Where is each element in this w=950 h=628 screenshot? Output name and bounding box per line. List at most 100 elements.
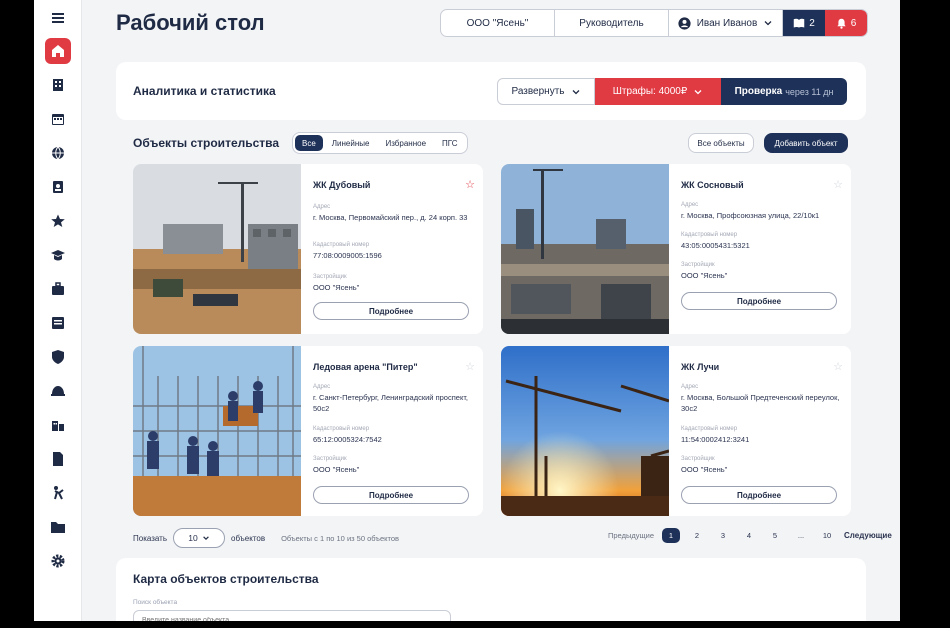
fines-label: Штрафы: 4000₽ (612, 86, 688, 97)
organization-selector[interactable]: ООО "Ясень" (441, 10, 555, 36)
object-address: г. Москва, Первомайский пер., д. 24 корп… (313, 213, 468, 222)
add-object-button[interactable]: Добавить объект (764, 133, 848, 153)
gear-icon[interactable] (45, 548, 71, 574)
id-card-icon[interactable] (45, 174, 71, 200)
map-panel: Карта объектов строительства Поиск объек… (116, 558, 866, 621)
inspection-label: Проверка (734, 86, 783, 97)
cadastral-label: Кадастровый номер (313, 242, 370, 248)
object-info: ЖК Сосновый ☆ Адрес г. Москва, Профсоюзн… (681, 164, 843, 334)
object-name: ЖК Дубовый (313, 180, 371, 190)
book-icon (793, 18, 805, 28)
developer-label: Застройщик (313, 274, 347, 280)
analytics-title: Аналитика и статистика (133, 84, 276, 98)
briefcase-icon[interactable] (45, 276, 71, 302)
page-title: Рабочий стол (116, 10, 265, 35)
inspection-sub: через 11 дн (785, 86, 834, 97)
filter-all[interactable]: Все (295, 135, 323, 151)
building-icon[interactable] (45, 72, 71, 98)
home-icon[interactable] (45, 38, 71, 64)
notifications-button[interactable]: 6 (825, 10, 867, 36)
page-button[interactable]: 4 (740, 528, 758, 543)
page-ellipsis: ... (797, 531, 805, 540)
object-developer: ООО "Ясень" (681, 271, 728, 280)
object-card: ЖК Лучи ☆ Адрес г. Москва, Большой Предт… (501, 346, 851, 516)
bell-icon (837, 18, 846, 29)
details-button[interactable]: Подробнее (681, 292, 837, 310)
menu-icon[interactable] (45, 5, 71, 31)
address-label: Адрес (313, 384, 331, 390)
search-label: Поиск объекта (133, 599, 178, 606)
role-selector[interactable]: Руководитель (555, 10, 669, 36)
cadastral-label: Кадастровый номер (681, 232, 738, 238)
details-button[interactable]: Подробнее (681, 486, 837, 504)
notifications-count: 6 (850, 17, 857, 29)
globe-icon[interactable] (45, 140, 71, 166)
object-card: Ледовая арена "Питер" ☆ Адрес г. Санкт-П… (133, 346, 483, 516)
fines-button[interactable]: Штрафы: 4000₽ (595, 78, 721, 105)
object-name: ЖК Сосновый (681, 180, 744, 190)
app-frame: Рабочий стол ООО "Ясень" Руководитель Ив… (34, 0, 900, 621)
favorite-star-icon[interactable]: ☆ (465, 178, 475, 191)
shield-icon[interactable] (45, 344, 71, 370)
page-button[interactable]: 1 (662, 528, 680, 543)
developer-label: Застройщик (681, 262, 715, 268)
star-icon[interactable] (45, 208, 71, 234)
inspection-button[interactable]: Проверка через 11 дн (721, 78, 847, 105)
filter-linear[interactable]: Линейные (325, 135, 377, 151)
object-cadastral: 65:12:0005324:7542 (313, 435, 382, 444)
object-card: ЖК Сосновый ☆ Адрес г. Москва, Профсоюзн… (501, 164, 851, 334)
details-button[interactable]: Подробнее (313, 302, 469, 320)
favorite-star-icon[interactable]: ☆ (833, 178, 843, 191)
prev-page-button[interactable]: Предыдущие (608, 531, 654, 540)
file-icon[interactable] (45, 446, 71, 472)
object-info: ЖК Лучи ☆ Адрес г. Москва, Большой Предт… (681, 346, 843, 516)
object-address: г. Москва, Большой Предтеченский переуло… (681, 393, 840, 413)
document-list-icon[interactable] (45, 310, 71, 336)
worker-icon[interactable] (45, 480, 71, 506)
object-cadastral: 11:54:0002412:3241 (681, 435, 750, 444)
expand-label: Развернуть (511, 86, 565, 97)
object-developer: ООО "Ясень" (681, 465, 728, 474)
page-button[interactable]: 10 (818, 528, 836, 543)
cadastral-label: Кадастровый номер (313, 426, 370, 432)
chevron-down-icon (694, 89, 702, 94)
objects-label: объектов (231, 533, 266, 543)
per-page-select[interactable]: 10 (173, 528, 226, 548)
developer-label: Застройщик (313, 456, 347, 462)
expand-button[interactable]: Развернуть (497, 78, 595, 105)
object-name: Ледовая арена "Питер" (313, 362, 418, 372)
object-address: г. Москва, Профсоюзная улица, 22/10к1 (681, 211, 820, 220)
user-name: Иван Иванов (696, 17, 758, 29)
object-card: ЖК Дубовый ☆ Адрес г. Москва, Первомайск… (133, 164, 483, 334)
per-page-value: 10 (188, 533, 198, 543)
details-button[interactable]: Подробнее (313, 486, 469, 504)
object-search-input[interactable] (133, 610, 451, 621)
city-icon[interactable] (45, 412, 71, 438)
graduation-icon[interactable] (45, 242, 71, 268)
page-button[interactable]: 3 (714, 528, 732, 543)
range-info: Объекты с 1 по 10 из 50 объектов (281, 533, 400, 543)
address-label: Адрес (681, 202, 699, 208)
page-button[interactable]: 5 (766, 528, 784, 543)
favorite-star-icon[interactable]: ☆ (465, 360, 475, 373)
next-page-button[interactable]: Следующие (844, 531, 892, 540)
analytics-panel: Аналитика и статистика Развернуть Штрафы… (116, 62, 866, 120)
filter-pgs[interactable]: ПГС (435, 135, 465, 151)
address-label: Адрес (681, 384, 699, 390)
object-photo (501, 164, 669, 334)
page-size-control: Показать 10 объектов Объекты с 1 по 10 и… (133, 528, 399, 548)
documents-count: 2 (809, 17, 815, 29)
object-cadastral: 77:08:0009005:1596 (313, 251, 382, 260)
filter-favorites[interactable]: Избранное (378, 135, 433, 151)
favorite-star-icon[interactable]: ☆ (833, 360, 843, 373)
developer-label: Застройщик (681, 456, 715, 462)
folder-icon[interactable] (45, 514, 71, 540)
helmet-icon[interactable] (45, 378, 71, 404)
object-photo (133, 346, 301, 516)
user-menu[interactable]: Иван Иванов (669, 10, 783, 36)
page-button[interactable]: 2 (688, 528, 706, 543)
object-photo (133, 164, 301, 334)
calendar-icon[interactable] (45, 106, 71, 132)
documents-button[interactable]: 2 (783, 10, 825, 36)
all-objects-button[interactable]: Все объекты (688, 133, 754, 153)
